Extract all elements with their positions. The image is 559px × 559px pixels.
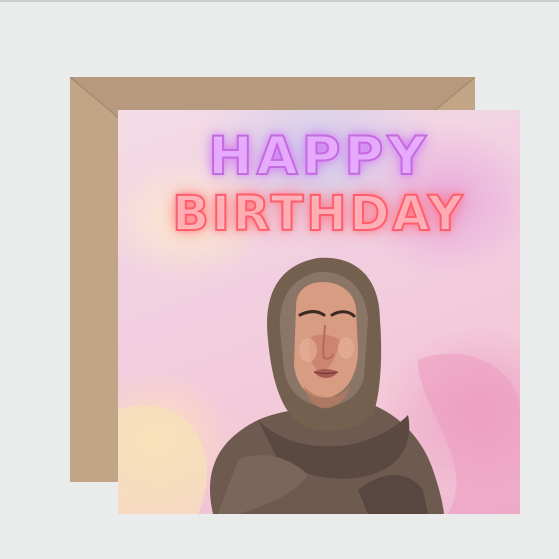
birthday-heading: BIRTHDAY: [171, 185, 466, 243]
birthday-card: HAPPY BIRTHDAY: [118, 110, 520, 514]
happy-heading: HAPPY: [207, 125, 430, 188]
top-border-line: [0, 0, 559, 2]
